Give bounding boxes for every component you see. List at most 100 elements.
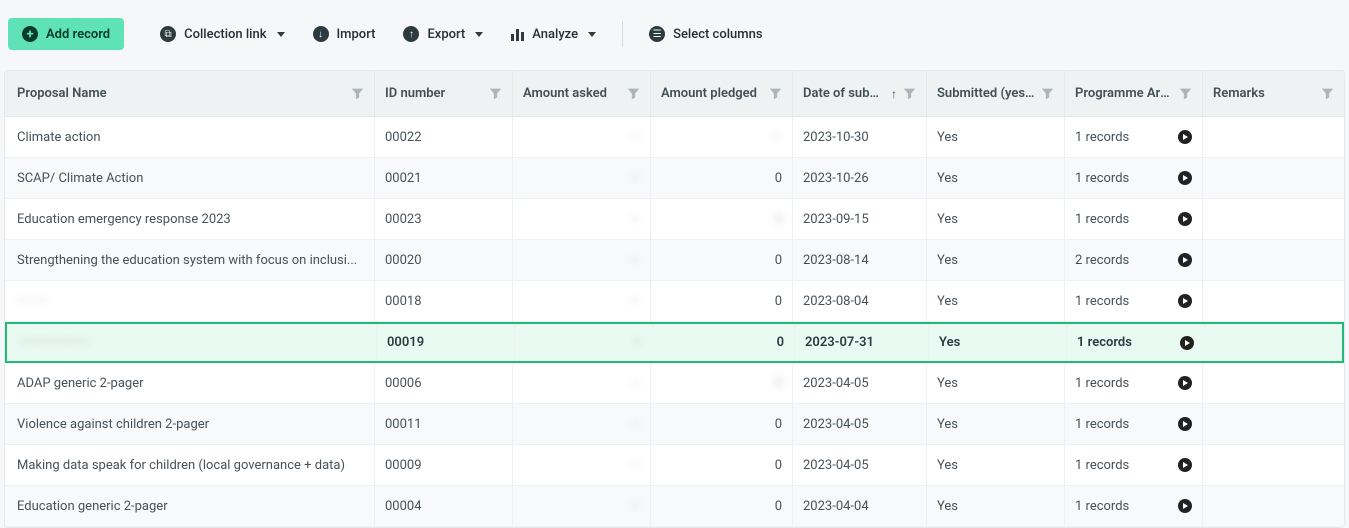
table-row[interactable]: Strengthening the education system with … (5, 240, 1344, 281)
bar-chart-icon (511, 27, 524, 41)
expand-play-icon[interactable] (1178, 130, 1192, 144)
cell-asked: — (513, 404, 651, 444)
cell-programme: 1 records (1067, 324, 1205, 361)
table-row[interactable]: ———00018—02023-08-04Yes1 records (5, 281, 1344, 322)
cell-submitted-value: Yes (937, 294, 958, 309)
analyze-button[interactable]: Analyze (497, 19, 610, 50)
filter-icon[interactable] (1041, 87, 1054, 100)
filter-icon[interactable] (769, 87, 782, 100)
cell-submitted: Yes (927, 281, 1065, 321)
col-header-name[interactable]: Proposal Name (5, 71, 375, 116)
cell-id: 00009 (375, 445, 513, 485)
cell-pledged-value: 0 (775, 376, 782, 391)
plus-icon: + (22, 26, 38, 42)
cell-programme-value: 1 records (1077, 335, 1132, 350)
cell-programme-value: 1 records (1075, 212, 1129, 227)
add-record-button[interactable]: + Add record (8, 18, 124, 50)
cell-pledged: 0 (651, 445, 793, 485)
col-header-pledged[interactable]: Amount pledged (651, 71, 793, 116)
cell-date-value: 2023-10-30 (803, 130, 869, 145)
cell-asked: — (513, 363, 651, 403)
col-header-label: Amount pledged (661, 86, 763, 101)
expand-play-icon[interactable] (1178, 376, 1192, 390)
cell-id-value: 00021 (385, 171, 422, 186)
cell-programme-value: 1 records (1075, 376, 1129, 391)
cell-asked: — (513, 486, 651, 526)
table-row[interactable]: ———————00019—02023-07-31Yes1 records (5, 322, 1344, 363)
analyze-label: Analyze (532, 27, 578, 42)
col-header-asked[interactable]: Amount asked (513, 71, 651, 116)
cell-name-value: ——— (17, 294, 47, 309)
cell-pledged-value: 0 (775, 253, 782, 268)
sort-asc-icon[interactable]: ↑ (891, 87, 897, 101)
select-columns-label: Select columns (673, 27, 762, 42)
col-header-programme[interactable]: Programme Area (1065, 71, 1203, 116)
cell-pledged: 0 (651, 240, 793, 280)
cell-programme: 1 records (1065, 117, 1203, 157)
expand-play-icon[interactable] (1178, 171, 1192, 185)
table-row[interactable]: SCAP/ Climate Action00021—02023-10-26Yes… (5, 158, 1344, 199)
cell-date: 2023-07-31 (795, 324, 929, 361)
filter-icon[interactable] (1321, 87, 1334, 100)
cell-id-value: 00006 (385, 376, 422, 391)
table-row[interactable]: Education emergency response 202300023—0… (5, 199, 1344, 240)
cell-id-value: 00004 (385, 499, 422, 514)
cell-submitted-value: Yes (937, 458, 958, 473)
table-row[interactable]: Violence against children 2-pager00011—0… (5, 404, 1344, 445)
cell-asked-value: — (630, 417, 640, 432)
filter-icon[interactable] (903, 87, 916, 100)
expand-play-icon[interactable] (1180, 336, 1194, 350)
cell-date-value: 2023-04-05 (803, 417, 869, 432)
cell-date-value: 2023-08-04 (803, 294, 869, 309)
expand-play-icon[interactable] (1178, 417, 1192, 431)
export-label: Export (427, 27, 465, 42)
cell-remarks (1203, 445, 1344, 485)
cell-date: 2023-08-04 (793, 281, 927, 321)
col-header-remarks[interactable]: Remarks (1203, 71, 1344, 116)
cell-date-value: 2023-07-31 (805, 335, 874, 350)
chevron-down-icon (277, 32, 285, 37)
cell-pledged: 0 (651, 486, 793, 526)
cell-asked-value: — (630, 130, 640, 145)
cell-remarks (1203, 117, 1344, 157)
table-row[interactable]: ADAP generic 2-pager00006—02023-04-05Yes… (5, 363, 1344, 404)
col-header-date[interactable]: Date of submi... ↑ (793, 71, 927, 116)
import-button[interactable]: ↓ Import (299, 18, 390, 50)
select-columns-button[interactable]: ☰ Select columns (635, 18, 776, 50)
export-button[interactable]: ↑ Export (389, 18, 497, 50)
collection-link-label: Collection link (184, 27, 266, 42)
col-header-id[interactable]: ID number (375, 71, 513, 116)
filter-icon[interactable] (489, 87, 502, 100)
cell-pledged: — (651, 117, 793, 157)
cell-pledged: 0 (651, 199, 793, 239)
cell-submitted: Yes (927, 445, 1065, 485)
cell-date: 2023-04-05 (793, 404, 927, 444)
cell-name-value: Education emergency response 2023 (17, 212, 231, 227)
expand-play-icon[interactable] (1178, 499, 1192, 513)
table-row[interactable]: Climate action00022——2023-10-30Yes1 reco… (5, 117, 1344, 158)
cell-id-value: 00011 (385, 417, 422, 432)
col-header-label: Remarks (1213, 86, 1315, 101)
cell-programme-value: 1 records (1075, 294, 1129, 309)
filter-icon[interactable] (351, 87, 364, 100)
cell-asked-value: — (630, 294, 640, 309)
expand-play-icon[interactable] (1178, 212, 1192, 226)
expand-play-icon[interactable] (1178, 458, 1192, 472)
cell-id-value: 00020 (385, 253, 422, 268)
cell-id-value: 00019 (387, 335, 424, 350)
cell-name-value: ADAP generic 2-pager (17, 376, 144, 391)
expand-play-icon[interactable] (1178, 294, 1192, 308)
collection-link-button[interactable]: ⧉ Collection link (146, 18, 298, 50)
cell-programme: 1 records (1065, 445, 1203, 485)
filter-icon[interactable] (627, 87, 640, 100)
table-row[interactable]: Education generic 2-pager00004—02023-04-… (5, 486, 1344, 527)
col-header-submitted[interactable]: Submitted (yes... (927, 71, 1065, 116)
cell-remarks (1203, 404, 1344, 444)
data-table: Proposal Name ID number Amount asked Amo… (4, 70, 1345, 528)
cell-name: SCAP/ Climate Action (5, 158, 375, 198)
cell-id: 00019 (377, 324, 515, 361)
table-row[interactable]: Making data speak for children (local go… (5, 445, 1344, 486)
filter-icon[interactable] (1179, 87, 1192, 100)
cell-name-value: Violence against children 2-pager (17, 417, 209, 432)
expand-play-icon[interactable] (1178, 253, 1192, 267)
